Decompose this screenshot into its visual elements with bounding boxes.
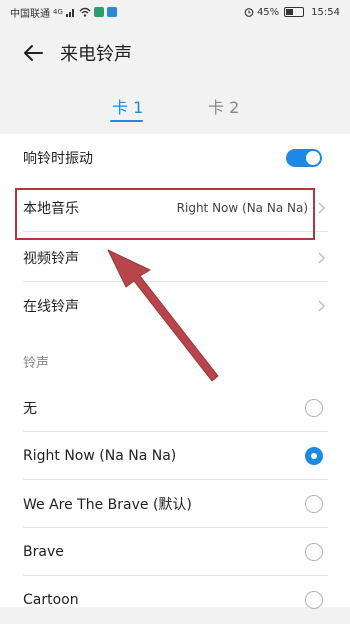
sim-tabs: 卡 1 卡 2 (0, 88, 350, 128)
ringtone-label: Right Now (Na Na Na) (23, 448, 177, 464)
status-bar: 中国联通 4G 45% 15:54 (0, 0, 350, 24)
battery-percentage: 45% (256, 6, 280, 18)
title-bar: 来电铃声 (0, 24, 350, 80)
battery-icon (284, 7, 305, 17)
ringtone-radio-selected[interactable] (305, 447, 323, 465)
ringtone-item[interactable]: Cartoon (0, 576, 350, 624)
ringtone-label: Cartoon (23, 592, 79, 608)
page-title: 来电铃声 (60, 44, 132, 65)
carrier-label: 中国联通 (10, 8, 50, 20)
ringtone-item[interactable]: We Are The Brave (默认) (0, 480, 350, 528)
tab-sim-1[interactable]: 卡 1 (112, 94, 143, 118)
ringtone-section-label: 铃声 (23, 356, 50, 371)
vibrate-on-ring-label: 响铃时振动 (23, 151, 93, 167)
app-notification-icon (93, 7, 104, 17)
ringtone-radio[interactable] (305, 543, 323, 561)
ringtone-item[interactable]: 无 (0, 384, 350, 432)
chevron-right-icon (318, 300, 325, 312)
tab-sim-2[interactable]: 卡 2 (208, 94, 239, 118)
chevron-right-icon (318, 202, 325, 214)
online-ringtone-row[interactable]: 在线铃声 (0, 282, 350, 330)
app-notification-icon (106, 7, 117, 17)
chevron-right-icon (318, 252, 325, 264)
annotation-highlight-box (15, 188, 315, 240)
network-indicator: 4G (53, 8, 63, 16)
ringtone-radio[interactable] (305, 399, 323, 417)
ringtone-item[interactable]: Right Now (Na Na Na) (0, 432, 350, 480)
clock: 15:54 (311, 6, 340, 18)
alarm-icon (244, 8, 254, 17)
ringtone-label: Brave (23, 544, 64, 560)
video-ringtone-row[interactable]: 视频铃声 (0, 234, 350, 282)
ringtone-radio[interactable] (305, 591, 323, 609)
ringtone-label: We Are The Brave (默认) (23, 497, 192, 513)
online-ringtone-label: 在线铃声 (23, 299, 79, 315)
vibrate-toggle[interactable] (286, 149, 322, 167)
back-arrow-icon[interactable] (20, 40, 46, 66)
ringtone-item[interactable]: Brave (0, 528, 350, 576)
video-ringtone-label: 视频铃声 (23, 251, 79, 267)
vibrate-on-ring-row[interactable]: 响铃时振动 (0, 134, 350, 182)
wifi-icon (79, 7, 91, 17)
signal-icon (65, 9, 74, 17)
tab-active-indicator (110, 120, 143, 122)
ringtone-label: 无 (23, 401, 37, 417)
ringtone-radio[interactable] (305, 495, 323, 513)
